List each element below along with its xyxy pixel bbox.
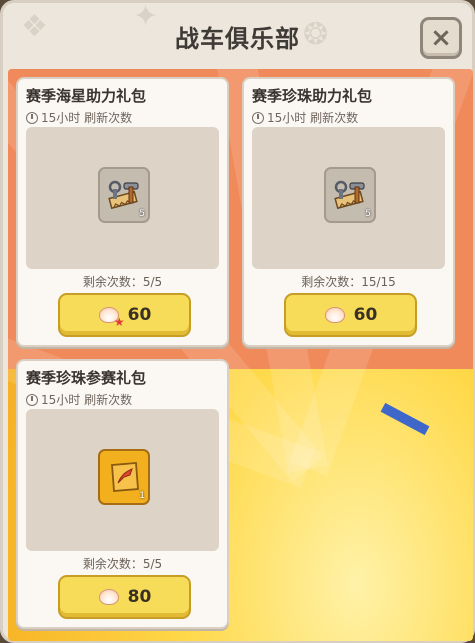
shop-content: 赛季海星助力礼包 15小时 刷新次数 5 剩余次数：5/5 ★ 60 赛季珍珠助… — [8, 69, 473, 641]
starfish-shell-icon: ★ — [98, 305, 125, 328]
item-count: 5 — [365, 209, 371, 219]
clock-icon — [26, 393, 38, 406]
refresh-text: 15小时 刷新次数 — [41, 393, 133, 407]
close-button[interactable]: × — [420, 17, 462, 59]
gift-pack-card: 赛季珍珠参赛礼包 15小时 刷新次数 1 剩余次数：5/5 80 — [16, 359, 229, 629]
remaining-count: 剩余次数：15/15 — [301, 275, 396, 289]
shop-panel: ❖ ✦ ❂ 战车俱乐部 × 赛季海星助力礼包 15小时 刷新次数 5 剩余次数：… — [0, 0, 475, 643]
page-title: 战车俱乐部 — [175, 24, 300, 53]
card-title: 赛季珍珠助力礼包 — [252, 87, 373, 105]
card-title: 赛季海星助力礼包 — [26, 87, 147, 105]
item-area: 5 — [26, 127, 219, 269]
card-title: 赛季珍珠参赛礼包 — [26, 369, 147, 387]
close-icon: × — [430, 23, 452, 53]
tools-saw-hammer-icon — [108, 180, 139, 210]
price-label: 80 — [127, 587, 152, 607]
buy-button[interactable]: 60 — [284, 293, 417, 337]
price-label: 60 — [127, 305, 152, 325]
race-ticket-icon — [111, 462, 139, 492]
item-count: 5 — [139, 209, 145, 219]
item-area: 1 — [26, 409, 219, 551]
refresh-text: 15小时 刷新次数 — [41, 111, 133, 125]
item-count: 1 — [139, 491, 145, 501]
reward-item-slot[interactable]: 1 — [98, 449, 150, 505]
gift-pack-card: 赛季珍珠助力礼包 15小时 刷新次数 5 剩余次数：15/15 60 — [242, 77, 455, 347]
remaining-count: 剩余次数：5/5 — [82, 275, 163, 289]
refresh-row: 15小时 刷新次数 — [26, 391, 132, 408]
gift-pack-card: 赛季海星助力礼包 15小时 刷新次数 5 剩余次数：5/5 ★ 60 — [16, 77, 229, 347]
refresh-row: 15小时 刷新次数 — [252, 109, 358, 126]
price-label: 60 — [353, 305, 378, 325]
title-bar: 战车俱乐部 — [3, 3, 472, 69]
item-area: 5 — [252, 127, 445, 269]
refresh-row: 15小时 刷新次数 — [26, 109, 132, 126]
tools-saw-hammer-icon — [334, 180, 365, 210]
buy-button[interactable]: 80 — [58, 575, 191, 619]
reward-item-slot[interactable]: 5 — [98, 167, 150, 223]
clock-icon — [252, 111, 264, 124]
remaining-count: 剩余次数：5/5 — [82, 557, 163, 571]
refresh-text: 15小时 刷新次数 — [267, 111, 359, 125]
buy-button[interactable]: ★ 60 — [58, 293, 191, 337]
reward-item-slot[interactable]: 5 — [324, 167, 376, 223]
clock-icon — [26, 111, 38, 124]
pearl-shell-icon — [324, 305, 348, 325]
background-stripe — [380, 402, 430, 436]
pearl-shell-icon — [98, 587, 122, 607]
